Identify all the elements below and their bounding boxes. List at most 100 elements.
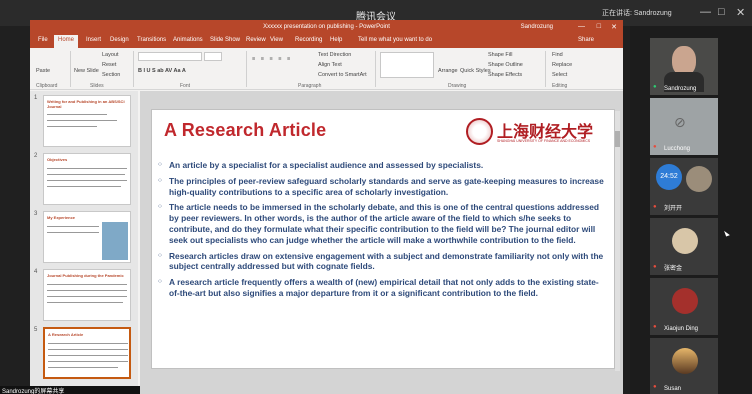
thumb-line: [47, 168, 127, 169]
participant-tile[interactable]: 24:52 ● 刘开开: [650, 158, 718, 215]
slide-title: A Research Article: [164, 120, 327, 140]
slide-thumbnail[interactable]: Writing for and Publishing in an ABS/SCI…: [43, 95, 131, 147]
tab-animations[interactable]: Animations: [173, 37, 203, 43]
thumb-number: 5: [34, 327, 38, 333]
ppt-close-icon[interactable]: ✕: [611, 23, 617, 31]
participant-tile[interactable]: ● Sandrozung: [650, 38, 718, 95]
participant-name: Susan: [664, 386, 682, 392]
close-icon[interactable]: ✕: [736, 6, 745, 19]
ribbon-separator: [133, 51, 134, 87]
thumb-line: [47, 126, 97, 127]
ppt-restore-icon[interactable]: □: [597, 23, 601, 30]
mic-muted-icon: ●: [653, 264, 657, 270]
participant-tile[interactable]: ⊘ ● Lucchong: [650, 98, 718, 155]
scrollbar-thumb[interactable]: [615, 131, 620, 147]
thumbnail-title: Journal Publishing during the Pandemic: [47, 273, 124, 278]
camera-off-icon: ⊘: [674, 114, 686, 130]
mic-muted-icon: ●: [653, 144, 657, 150]
shapes-gallery[interactable]: [380, 52, 434, 78]
slide-thumbnail[interactable]: My Experience: [43, 211, 131, 263]
speaker-indicator: 正在讲话: Sandrozung: [602, 10, 672, 17]
reset-button[interactable]: Reset: [102, 62, 116, 68]
slide-thumbnail-selected[interactable]: A Research Article: [43, 327, 131, 379]
call-timer: 24:52: [656, 164, 682, 190]
font-format-buttons[interactable]: B I U S ab AV Aa A: [138, 68, 186, 74]
bullet-item: Research articles draw on extensive enga…: [158, 251, 608, 273]
thumb-line: [47, 226, 99, 227]
participant-name: Xiaojun Ding: [664, 326, 699, 332]
tab-home[interactable]: Home: [54, 35, 79, 48]
minimize-icon[interactable]: —: [700, 6, 711, 18]
font-name-field[interactable]: [138, 52, 202, 61]
slide-thumbnail[interactable]: Journal Publishing during the Pandemic: [43, 269, 131, 321]
tab-help[interactable]: Help: [330, 37, 342, 43]
tab-review[interactable]: Review: [246, 37, 266, 43]
participants-panel: ● Sandrozung ⊘ ● Lucchong 24:52 ● 刘开开 ● …: [630, 26, 752, 394]
current-slide[interactable]: A Research Article 上海财经大学 SHANGHAI UNIVE…: [151, 109, 615, 369]
participant-name: 张密金: [664, 266, 683, 272]
align-text-button[interactable]: Align Text: [318, 62, 342, 68]
font-size-field[interactable]: [204, 52, 222, 61]
participant-tile[interactable]: ● Susan: [650, 338, 718, 394]
thumb-line: [48, 343, 128, 344]
mic-icon: ●: [653, 84, 657, 90]
thumb-number: 3: [34, 211, 38, 217]
shape-outline-button[interactable]: Shape Outline: [488, 62, 523, 68]
participant-tile[interactable]: ● 张密金: [650, 218, 718, 275]
mic-muted-icon: ●: [653, 204, 657, 210]
ribbon-separator: [375, 51, 376, 87]
paragraph-buttons[interactable]: ≡ ≡ ≡ ≡ ≡: [252, 56, 292, 62]
layout-button[interactable]: Layout: [102, 52, 119, 58]
bullet-item: A research article frequently offers a w…: [158, 277, 608, 299]
university-logo: 上海财经大学 SHANGHAI UNIVERSITY OF FINANCE AN…: [466, 118, 611, 146]
avatar: [672, 228, 698, 254]
participant-tile[interactable]: ● Xiaojun Ding: [650, 278, 718, 335]
tab-slide-show[interactable]: Slide Show: [210, 37, 240, 43]
shape-fill-button[interactable]: Shape Fill: [488, 52, 512, 58]
quick-styles-button[interactable]: Quick Styles: [460, 68, 491, 74]
replace-button[interactable]: Replace: [552, 62, 572, 68]
thumb-number: 4: [34, 269, 38, 275]
slide-thumbnail[interactable]: Objectives: [43, 153, 131, 205]
meeting-app: 腾讯会议 正在讲话: Sandrozung — □ ✕ Xxxxxx prese…: [0, 0, 752, 394]
powerpoint-window: Xxxxxx presentation on publishing - Powe…: [30, 20, 623, 394]
bullet-item: The article needs to be immersed in the …: [158, 202, 608, 245]
select-button[interactable]: Select: [552, 72, 567, 78]
tab-insert[interactable]: Insert: [86, 37, 101, 43]
tab-recording[interactable]: Recording: [295, 37, 322, 43]
avatar: [686, 166, 712, 192]
ribbon: Paste Clipboard New Slide Layout Reset S…: [30, 48, 623, 90]
new-slide-button[interactable]: New Slide: [74, 68, 99, 74]
participant-name: Lucchong: [664, 146, 691, 152]
thumb-line: [48, 361, 128, 362]
section-button[interactable]: Section: [102, 72, 120, 78]
arrange-button[interactable]: Arrange: [438, 68, 458, 74]
convert-smartart-button[interactable]: Convert to SmartArt: [318, 72, 367, 78]
ppt-minimize-icon[interactable]: —: [578, 23, 585, 30]
clipboard-group-label: Clipboard: [36, 83, 58, 89]
thumb-line: [48, 367, 118, 368]
maximize-icon[interactable]: □: [718, 6, 725, 18]
thumb-number: 2: [34, 153, 38, 159]
tell-me-search[interactable]: Tell me what you want to do: [358, 37, 432, 43]
share-button[interactable]: Share: [578, 37, 594, 43]
thumb-line: [47, 180, 127, 181]
tab-transitions[interactable]: Transitions: [137, 37, 166, 43]
thumbnail-title: My Experience: [47, 215, 76, 220]
slide-editor: A Research Article 上海财经大学 SHANGHAI UNIVE…: [140, 91, 623, 394]
paste-button[interactable]: Paste: [36, 68, 50, 74]
paragraph-group-label: Paragraph: [298, 83, 322, 89]
tab-design[interactable]: Design: [110, 37, 129, 43]
tab-view[interactable]: View: [270, 37, 283, 43]
tab-file[interactable]: File: [38, 37, 48, 43]
thumbnail-title: Writing for and Publishing in an ABS/SCI…: [47, 99, 125, 109]
ppt-user-name[interactable]: Sandrozung: [521, 24, 553, 30]
ribbon-separator: [70, 51, 71, 87]
screen-share-caption: Sandrozung的屏幕共享: [0, 386, 140, 394]
shape-effects-button[interactable]: Shape Effects: [488, 72, 522, 78]
ppt-title-bar: Xxxxxx presentation on publishing - Powe…: [30, 20, 623, 34]
text-direction-button[interactable]: Text Direction: [318, 52, 351, 58]
thumb-line: [47, 114, 107, 115]
find-button[interactable]: Find: [552, 52, 563, 58]
vertical-scrollbar[interactable]: [615, 111, 620, 371]
